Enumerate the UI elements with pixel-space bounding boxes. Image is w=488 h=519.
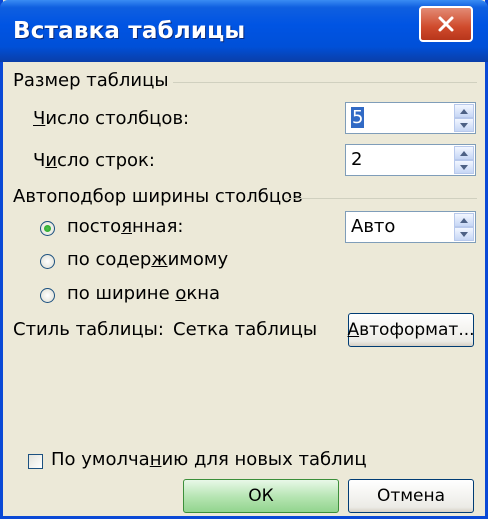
arrow-up-icon [460, 217, 468, 223]
table-style-label: Стиль таблицы: [13, 319, 164, 340]
arrow-up-icon [460, 150, 468, 156]
arrow-down-icon [460, 122, 468, 128]
columns-value[interactable]: 5 [351, 107, 365, 128]
columns-spinner[interactable]: 5 [345, 102, 476, 134]
ok-button[interactable]: ОК [183, 479, 339, 513]
default-for-new-tables-checkbox[interactable] [28, 454, 43, 469]
columns-label: Число столбцов: [33, 108, 190, 129]
autofit-divider [285, 198, 477, 199]
radio-by-content-label[interactable]: по содержимому [67, 249, 228, 270]
column-width-increment-button[interactable] [454, 213, 474, 227]
column-width-spinner[interactable]: Авто [345, 211, 476, 243]
radio-fixed[interactable] [40, 221, 55, 236]
radio-by-content[interactable] [40, 254, 55, 269]
columns-decrement-button[interactable] [454, 118, 474, 132]
cancel-button[interactable]: Отмена [348, 479, 474, 513]
rows-decrement-button[interactable] [454, 160, 474, 174]
radio-fixed-label[interactable]: постоянная: [67, 216, 183, 237]
rows-label: Число строк: [33, 150, 155, 171]
dialog-title: Вставка таблицы [13, 18, 246, 44]
autofit-section-label: Автоподбор ширины столбцов [13, 186, 303, 207]
rows-value[interactable]: 2 [351, 149, 362, 170]
arrow-down-icon [460, 231, 468, 237]
default-for-new-tables-label[interactable]: По умолчанию для новых таблиц [51, 449, 367, 470]
rows-spinner[interactable]: 2 [345, 144, 476, 176]
columns-increment-button[interactable] [454, 104, 474, 118]
table-style-value: Сетка таблицы [173, 319, 318, 340]
insert-table-dialog: Вставка таблицы Размер таблицы Число сто… [0, 0, 488, 519]
rows-increment-button[interactable] [454, 146, 474, 160]
table-size-section-label: Размер таблицы [13, 70, 169, 91]
title-bar[interactable]: Вставка таблицы [0, 0, 488, 62]
arrow-up-icon [460, 108, 468, 114]
close-icon [438, 16, 454, 32]
column-width-value[interactable]: Авто [351, 216, 395, 237]
radio-by-window-label[interactable]: по ширине окна [67, 283, 220, 304]
arrow-down-icon [460, 164, 468, 170]
dialog-body: Размер таблицы Число столбцов: 5 Число с… [3, 62, 485, 516]
column-width-decrement-button[interactable] [454, 227, 474, 241]
autoformat-button[interactable]: Автоформат... [347, 313, 475, 347]
table-size-divider [173, 82, 477, 83]
radio-by-window[interactable] [40, 288, 55, 303]
close-button[interactable] [419, 6, 473, 42]
